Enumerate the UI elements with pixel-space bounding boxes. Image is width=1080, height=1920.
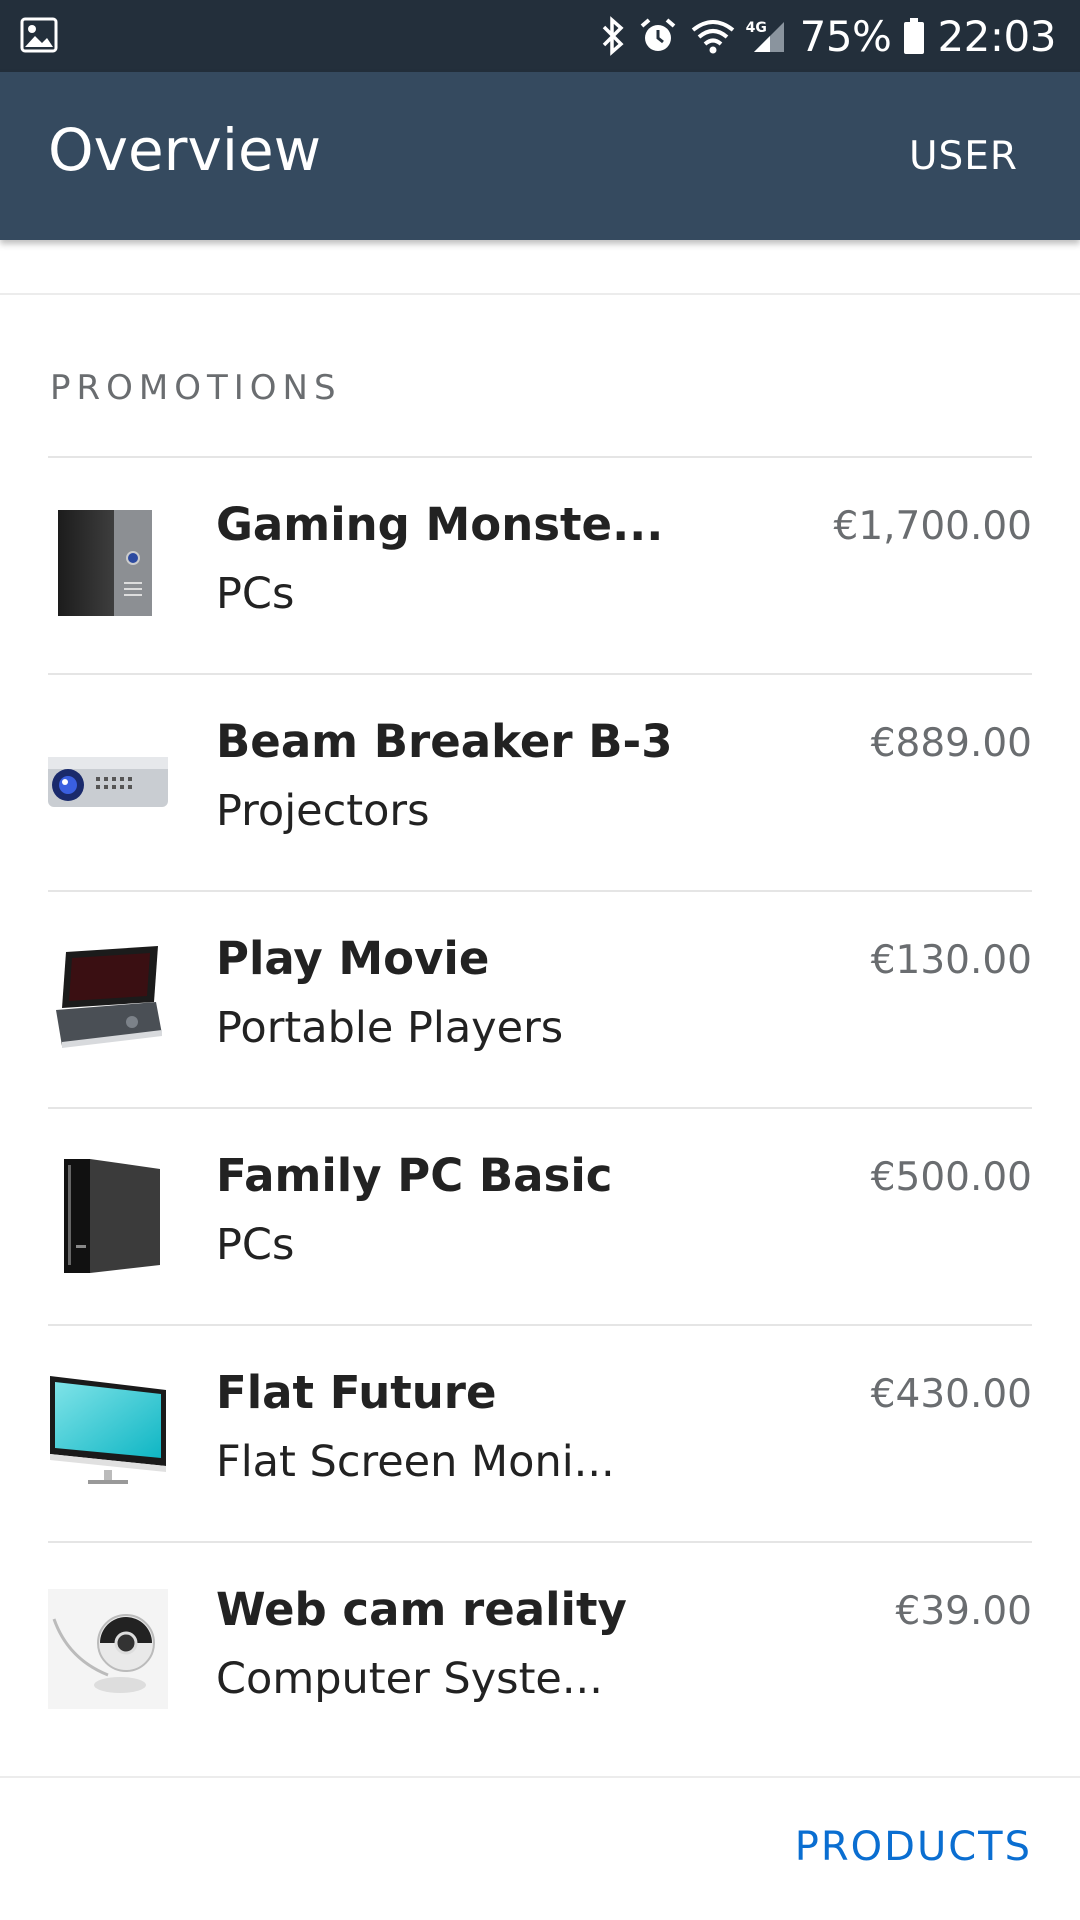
product-category: Projectors <box>216 786 430 836</box>
clock: 22:03 <box>937 11 1056 61</box>
product-name: Family PC Basic <box>216 1149 613 1202</box>
desktop-tower-icon <box>48 504 168 624</box>
projector-icon <box>48 721 168 841</box>
product-price: €130.00 <box>870 938 1032 983</box>
list-item[interactable]: Gaming Monste... PCs €1,700.00 <box>48 456 1032 673</box>
user-button[interactable]: USER <box>909 134 1018 179</box>
product-category: PCs <box>216 569 295 619</box>
battery-icon <box>903 16 925 56</box>
bluetooth-icon <box>600 16 626 56</box>
product-category: PCs <box>216 1220 295 1270</box>
products-button[interactable]: PRODUCTS <box>795 1824 1032 1870</box>
list-item[interactable]: Play Movie Portable Players €130.00 <box>48 890 1032 1107</box>
wifi-icon <box>690 16 736 56</box>
signal-icon: 4G <box>745 16 788 56</box>
product-category: Portable Players <box>216 1003 564 1053</box>
monitor-icon <box>48 1372 168 1492</box>
product-price: €889.00 <box>870 721 1032 766</box>
promotions-list: Gaming Monste... PCs €1,700.00 Beam Brea… <box>48 456 1032 1758</box>
product-category: Computer Syste... <box>216 1654 603 1704</box>
image-icon <box>20 16 58 54</box>
portable-dvd-player-icon <box>48 938 168 1058</box>
status-bar: 4G 75% 22:03 <box>0 0 1080 72</box>
section-title: PROMOTIONS <box>50 368 342 408</box>
product-name: Flat Future <box>216 1366 497 1419</box>
list-item[interactable]: Beam Breaker B-3 Projectors €889.00 <box>48 673 1032 890</box>
product-price: €500.00 <box>870 1155 1032 1200</box>
product-category: Flat Screen Moni... <box>216 1437 615 1487</box>
product-name: Gaming Monste... <box>216 498 664 551</box>
list-item[interactable]: Web cam reality Computer Syste... €39.00 <box>48 1541 1032 1758</box>
list-item[interactable]: Flat Future Flat Screen Moni... €430.00 <box>48 1324 1032 1541</box>
black-pc-tower-icon <box>48 1155 168 1275</box>
divider <box>0 1776 1080 1778</box>
app-bar: Overview USER <box>0 72 1080 240</box>
alarm-icon <box>638 16 678 56</box>
product-price: €39.00 <box>895 1589 1032 1634</box>
product-name: Beam Breaker B-3 <box>216 715 673 768</box>
product-price: €430.00 <box>870 1372 1032 1417</box>
divider <box>0 293 1080 295</box>
product-name: Web cam reality <box>216 1583 627 1636</box>
product-name: Play Movie <box>216 932 490 985</box>
network-type-label: 4G <box>745 20 767 36</box>
page-title: Overview <box>48 116 322 184</box>
product-price: €1,700.00 <box>833 504 1033 549</box>
battery-percent: 75% <box>799 11 892 61</box>
list-item[interactable]: Family PC Basic PCs €500.00 <box>48 1107 1032 1324</box>
webcam-icon <box>48 1589 168 1709</box>
